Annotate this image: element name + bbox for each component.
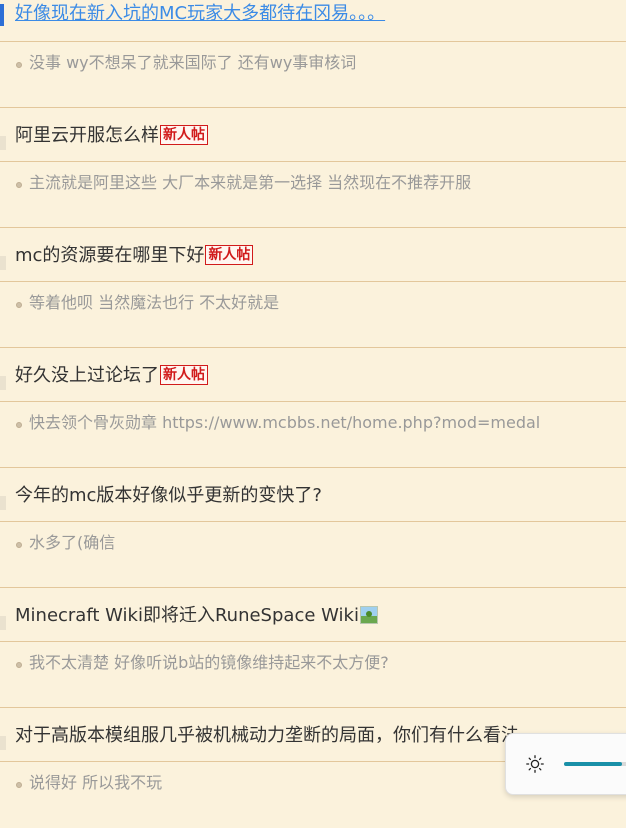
reply-row: 等着他呗 当然魔法也行 不太好就是 — [0, 282, 626, 322]
reply-preview[interactable]: 我不太清楚 好像听说b站的镜像维持起来不太方便? — [29, 652, 389, 674]
thread-title: 好像现在新入坑的MC玩家大多都待在冈易。。。 — [15, 3, 386, 24]
newbie-post-badge: 新人帖 — [160, 124, 208, 145]
brightness-slider[interactable] — [564, 762, 626, 766]
reply-preview[interactable]: 等着他呗 当然魔法也行 不太好就是 — [29, 292, 279, 314]
thread-list: 好像现在新入坑的MC玩家大多都待在冈易。。。 没事 wy不想呆了就来国际了 还有… — [0, 0, 626, 828]
thread-marker — [0, 136, 6, 150]
thread-marker — [0, 256, 6, 270]
thread-marker — [0, 376, 6, 390]
thread-title-link[interactable]: 好久没上过论坛了 新人帖 — [15, 364, 208, 388]
bullet-icon — [16, 422, 22, 428]
reply-row: 主流就是阿里这些 大厂本来就是第一选择 当然现在不推荐开服 — [0, 162, 626, 202]
thread-title: 阿里云开服怎么样 — [15, 125, 159, 146]
bullet-icon — [16, 302, 22, 308]
brightness-slider-fill — [564, 762, 622, 766]
bullet-icon — [16, 62, 22, 68]
thread-title-row: Minecraft Wiki即将迁入RuneSpace Wiki — [0, 588, 626, 642]
thread-item: 好久没上过论坛了 新人帖 快去领个骨灰勋章 https://www.mcbbs.n… — [0, 348, 626, 468]
thread-title-row: 今年的mc版本好像似乎更新的变快了? — [0, 468, 626, 522]
thread-title-row: mc的资源要在哪里下好 新人帖 — [0, 228, 626, 282]
thread-marker — [0, 736, 6, 750]
thread-title-link[interactable]: 好像现在新入坑的MC玩家大多都待在冈易。。。 — [15, 2, 385, 26]
reply-row: 水多了(确信 — [0, 522, 626, 562]
thread-item: mc的资源要在哪里下好 新人帖 等着他呗 当然魔法也行 不太好就是 — [0, 228, 626, 348]
thread-item: 好像现在新入坑的MC玩家大多都待在冈易。。。 没事 wy不想呆了就来国际了 还有… — [0, 0, 626, 108]
thread-title: Minecraft Wiki即将迁入RuneSpace Wiki — [15, 605, 359, 626]
thread-marker — [0, 616, 6, 630]
thread-title: 好久没上过论坛了 — [15, 365, 159, 386]
reply-preview[interactable]: 没事 wy不想呆了就来国际了 还有wy事审核词 — [29, 52, 356, 74]
image-attachment-icon — [359, 605, 378, 624]
sun-icon — [526, 755, 544, 773]
bullet-icon — [16, 662, 22, 668]
thread-item: 今年的mc版本好像似乎更新的变快了? 水多了(确信 — [0, 468, 626, 588]
reply-preview[interactable]: 水多了(确信 — [29, 532, 115, 554]
reply-row: 没事 wy不想呆了就来国际了 还有wy事审核词 — [0, 42, 626, 82]
brightness-widget — [505, 733, 626, 795]
thread-item: Minecraft Wiki即将迁入RuneSpace Wiki 我不太清楚 好… — [0, 588, 626, 708]
thread-title-link[interactable]: 对于高版本模组服几乎被机械动力垄断的局面，你们有什么看法 — [15, 724, 519, 748]
thread-title: mc的资源要在哪里下好 — [15, 245, 205, 266]
thread-title-row: 好久没上过论坛了 新人帖 — [0, 348, 626, 402]
reply-row: 我不太清楚 好像听说b站的镜像维持起来不太方便? — [0, 642, 626, 682]
thread-item: 阿里云开服怎么样 新人帖 主流就是阿里这些 大厂本来就是第一选择 当然现在不推荐开… — [0, 108, 626, 228]
thread-title: 对于高版本模组服几乎被机械动力垄断的局面，你们有什么看法 — [15, 725, 519, 746]
newbie-post-badge: 新人帖 — [160, 364, 208, 385]
reply-row: 快去领个骨灰勋章 https://www.mcbbs.net/home.php?… — [0, 402, 626, 442]
reply-preview[interactable]: 说得好 所以我不玩 — [29, 772, 162, 794]
bullet-icon — [16, 542, 22, 548]
reply-preview[interactable]: 主流就是阿里这些 大厂本来就是第一选择 当然现在不推荐开服 — [29, 172, 471, 194]
thread-marker — [0, 496, 6, 510]
thread-title-link[interactable]: 今年的mc版本好像似乎更新的变快了? — [15, 484, 322, 508]
active-marker — [0, 4, 4, 26]
thread-title-link[interactable]: mc的资源要在哪里下好 新人帖 — [15, 244, 254, 268]
thread-title-link[interactable]: 阿里云开服怎么样 新人帖 — [15, 124, 208, 148]
thread-title: 今年的mc版本好像似乎更新的变快了? — [15, 485, 322, 506]
reply-preview[interactable]: 快去领个骨灰勋章 https://www.mcbbs.net/home.php?… — [29, 412, 540, 434]
thread-title-row: 阿里云开服怎么样 新人帖 — [0, 108, 626, 162]
newbie-post-badge: 新人帖 — [205, 244, 254, 265]
thread-title-row: 好像现在新入坑的MC玩家大多都待在冈易。。。 — [0, 0, 626, 42]
bullet-icon — [16, 182, 22, 188]
bullet-icon — [16, 782, 22, 788]
thread-title-link[interactable]: Minecraft Wiki即将迁入RuneSpace Wiki — [15, 604, 378, 628]
